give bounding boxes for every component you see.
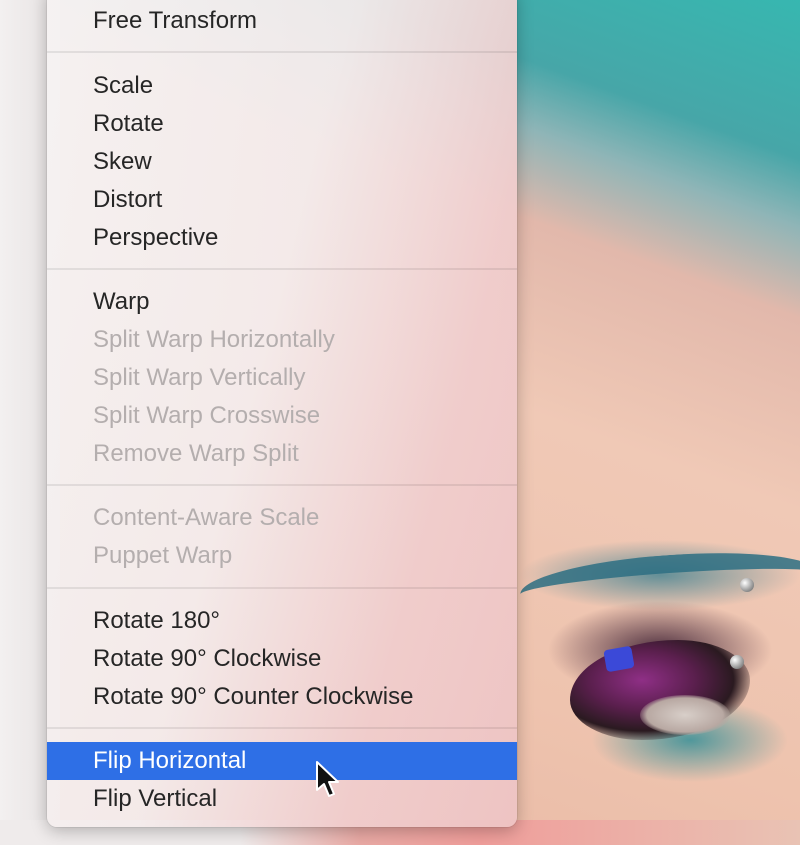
menu-separator (47, 587, 517, 589)
menu-item-scale[interactable]: Scale (47, 67, 517, 105)
menu-item-split-warp-horizontally: Split Warp Horizontally (93, 326, 335, 353)
menu-item-content-aware-scale: Content-Aware Scale (93, 504, 320, 531)
menu-item-rotate-90-ccw[interactable]: Rotate 90° Counter Clockwise (47, 678, 517, 716)
menu-item-split-warp-vertically: Split Warp Vertically (93, 364, 306, 391)
menu-item-rotate[interactable]: Rotate (47, 105, 517, 143)
menu-item-distort[interactable]: Distort (47, 181, 517, 219)
menu-separator (47, 727, 517, 729)
menu-item-skew[interactable]: Skew (47, 143, 517, 181)
menu-item-rotate-90-cw[interactable]: Rotate 90° Clockwise (47, 640, 517, 678)
menu-item-rotate-180[interactable]: Rotate 180° (47, 602, 517, 640)
photo-piercing-top (740, 578, 754, 592)
menu-item-split-warp-crosswise: Split Warp Crosswise (93, 402, 321, 429)
menu-item-warp[interactable]: Warp (47, 283, 517, 321)
menu-item-flip-vertical[interactable]: Flip Vertical (47, 780, 517, 818)
menu-item-free-transform[interactable]: Free Transform (47, 2, 517, 40)
photo-eye (640, 695, 730, 735)
menu-item-flip-horizontal[interactable]: Flip Horizontal (47, 742, 517, 780)
transform-context-menu: Free Transform Scale Rotate Skew Distort… (47, 0, 517, 827)
menu-separator (47, 484, 517, 486)
arrow-pointer-icon (316, 761, 339, 797)
photo-piercing-bottom (730, 655, 744, 669)
menu-item-remove-warp-split: Remove Warp Split (93, 440, 299, 467)
menu-item-perspective[interactable]: Perspective (47, 219, 517, 257)
menu-item-puppet-warp: Puppet Warp (93, 542, 233, 569)
menu-separator (47, 268, 517, 270)
menu-separator (47, 51, 517, 53)
